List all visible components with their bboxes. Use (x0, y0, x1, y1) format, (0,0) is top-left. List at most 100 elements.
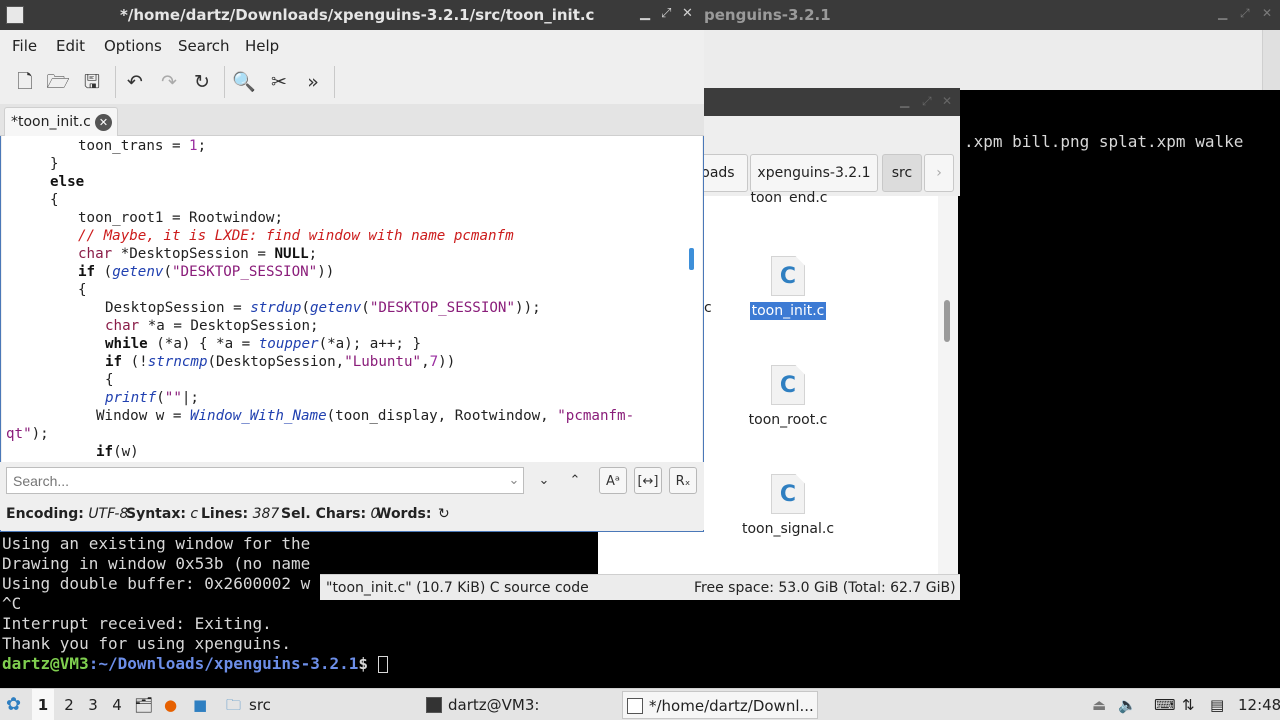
breadcrumb-xpenguins[interactable]: xpenguins-3.2.1 (750, 154, 878, 192)
editor-scroll-thumb[interactable] (689, 248, 694, 270)
terminal-scrollbar[interactable] (1262, 30, 1280, 90)
editor-title: */home/dartz/Downloads/xpenguins-3.2.1/s… (120, 6, 595, 24)
open-folder-icon[interactable]: 🗁 (45, 70, 71, 94)
menu-search[interactable]: Search (178, 37, 230, 55)
file-item-toon-init[interactable]: C toon_init.c (733, 256, 843, 320)
notes-icon[interactable]: ▤ (1210, 689, 1228, 720)
terminal-prompt: dartz@VM3:~/Downloads/xpenguins-3.2.1$ (2, 654, 388, 673)
file-manager-titlebar[interactable]: ▁ ⤢ ✕ (704, 88, 960, 116)
c-source-icon: C (771, 365, 805, 405)
code-line: if (!strncmp(DesktopSession,"Lubuntu",7)… (105, 354, 456, 370)
code-line: while (*a) { *a = toupper(*a); a++; } (105, 336, 422, 352)
workspace-2[interactable]: 2 (60, 689, 78, 720)
editor-statusbar: Encoding: UTF-8 Syntax: c Lines: 387 Sel… (0, 500, 704, 530)
status-label: Syntax: (126, 506, 186, 522)
file-label: toon_init.c (749, 302, 827, 320)
code-line: char *a = DesktopSession; (105, 318, 319, 334)
status-label: Encoding: (6, 506, 84, 522)
maximize-icon[interactable]: ⤢ (922, 94, 932, 109)
file-item-toon-signal[interactable]: C toon_signal.c (733, 474, 843, 538)
maximize-icon[interactable]: ⤢ (661, 6, 671, 21)
terminal-line: ^C (2, 594, 22, 613)
find-previous-icon[interactable]: ⌃ (561, 467, 589, 494)
minimize-icon[interactable]: ▁ (1218, 6, 1227, 20)
file-manager-scrollbar[interactable] (938, 196, 958, 574)
workspace-4[interactable]: 4 (108, 689, 126, 720)
terminal-title: penguins-3.2.1 (704, 6, 831, 24)
more-icon[interactable]: » (300, 70, 326, 94)
file-manager-launcher-icon[interactable]: 🗂 (134, 689, 154, 720)
menu-options[interactable]: Options (104, 37, 162, 55)
status-free-space: Free space: 53.0 GiB (Total: 62.7 GiB) (694, 580, 956, 596)
prompt-user: dartz@VM3 (2, 654, 89, 673)
taskbar-window-editor[interactable]: */home/dartz/Downl... (622, 691, 818, 719)
status-lines: 387 (252, 506, 280, 522)
close-icon[interactable]: ✕ (942, 94, 952, 108)
toolbar-separator (224, 66, 225, 98)
start-menu-icon[interactable]: ✿ (6, 689, 26, 720)
show-desktop-icon[interactable]: ■ (193, 689, 213, 720)
taskbar-window-terminal[interactable]: dartz@VM3: ~/Downl... (422, 691, 618, 719)
find-next-icon[interactable]: ⌄ (530, 467, 558, 494)
file-manager-scroll-thumb[interactable] (944, 300, 950, 342)
menu-edit[interactable]: Edit (56, 37, 85, 55)
minimize-icon[interactable]: ▁ (640, 6, 650, 21)
code-line: { (78, 282, 87, 298)
volume-icon[interactable]: 🔈 (1118, 689, 1138, 720)
editor-titlebar[interactable]: */home/dartz/Downloads/xpenguins-3.2.1/s… (0, 0, 704, 30)
file-item-partial[interactable]: toon_end.c (734, 190, 844, 204)
menu-file[interactable]: File (12, 37, 37, 55)
code-line: } (50, 156, 59, 172)
close-icon[interactable]: ✕ (1262, 6, 1272, 20)
firefox-icon[interactable]: ● (164, 689, 184, 720)
folder-launcher-label[interactable]: src (249, 689, 271, 720)
whole-word-icon[interactable]: [↔] (634, 467, 662, 494)
close-tab-icon[interactable]: ✕ (95, 114, 112, 131)
close-icon[interactable]: ✕ (682, 6, 693, 21)
code-editor[interactable]: toon_trans = 1; } else { toon_root1 = Ro… (2, 136, 680, 462)
taskbar-window-label: */home/dartz/Downl... (649, 697, 814, 715)
workspace-3[interactable]: 3 (84, 689, 102, 720)
search-input[interactable] (6, 467, 524, 494)
clock[interactable]: 12:48 (1238, 689, 1280, 720)
editor-menubar: File Edit Options Search Help (0, 30, 704, 60)
terminal-titlebar[interactable]: penguins-3.2.1 ▁ ⤢ ✕ (700, 0, 1280, 30)
find-icon[interactable]: 🔍 (231, 70, 257, 94)
status-label: Sel. Chars: (281, 506, 367, 522)
terminal-line: Using double buffer: 0x2600002 w (2, 574, 311, 593)
terminal-output-area (960, 90, 1280, 532)
status-syntax: c (190, 506, 199, 522)
file-item-partial-left[interactable]: c (704, 300, 712, 316)
editor-scrollbar[interactable] (680, 136, 702, 462)
tab-toon-init[interactable]: *toon_init.c ✕ (4, 107, 118, 137)
search-history-icon[interactable]: ⌄ (500, 467, 528, 494)
code-line: { (105, 372, 114, 388)
match-case-icon[interactable]: Aᵃ (599, 467, 627, 494)
regex-icon[interactable]: Rₓ (669, 467, 697, 494)
network-icon[interactable]: ⇅ (1182, 689, 1202, 720)
breadcrumb-src[interactable]: src (882, 154, 922, 192)
minimize-icon[interactable]: ▁ (900, 94, 909, 108)
count-words-icon[interactable]: ↻ (438, 506, 450, 522)
maximize-icon[interactable]: ⤢ (1240, 6, 1250, 21)
redo-icon[interactable]: ↷ (156, 70, 182, 94)
taskbar-window-label: dartz@VM3: ~/Downl... (448, 696, 540, 714)
prompt-path: :~/Downloads/xpenguins-3.2.1 (88, 654, 359, 673)
save-icon[interactable]: 🖫 (79, 70, 105, 94)
workspace-1[interactable]: 1 (32, 689, 54, 720)
code-line: qt"); (6, 426, 49, 442)
keyboard-icon[interactable]: ⌨ (1154, 689, 1176, 720)
folder-icon[interactable]: 🗀 (226, 689, 248, 720)
new-document-icon[interactable]: 🗋 (12, 70, 38, 94)
breadcrumb-next-icon[interactable]: › (924, 154, 954, 192)
c-source-icon: C (771, 474, 805, 514)
find-replace-icon[interactable]: ✂ (266, 70, 292, 94)
reload-icon[interactable]: ↻ (189, 70, 215, 94)
editor-app-icon[interactable] (6, 6, 24, 24)
eject-icon[interactable]: ⏏ (1092, 689, 1108, 720)
file-item-toon-root[interactable]: C toon_root.c (733, 365, 843, 429)
code-line: else (50, 174, 85, 190)
status-label: Lines: (201, 506, 249, 522)
menu-help[interactable]: Help (245, 37, 279, 55)
undo-icon[interactable]: ↶ (122, 70, 148, 94)
